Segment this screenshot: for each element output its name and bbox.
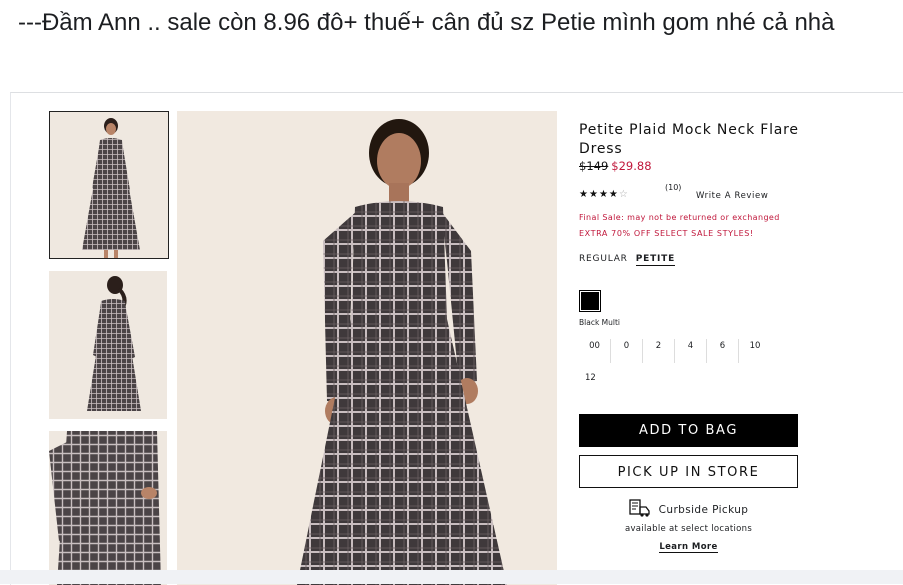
product-title: Petite Plaid Mock Neck Flare Dress [579, 122, 799, 157]
price-row: $149 $29.88 [579, 159, 819, 173]
promo-banner: EXTRA 70% OFF SELECT SALE STYLES! [579, 229, 754, 238]
star-icon: ★ [598, 189, 609, 200]
curbside-title-row: Curbside Pickup [579, 499, 798, 520]
pick-up-in-store-button[interactable]: PICK UP IN STORE [579, 455, 798, 488]
write-review-link[interactable]: Write A Review [696, 191, 768, 201]
color-swatch-black-multi[interactable] [579, 290, 601, 312]
store-pickup-icon [629, 499, 651, 520]
main-product-image[interactable] [177, 111, 557, 585]
review-count[interactable]: (10) [665, 183, 681, 192]
size-type-regular[interactable]: REGULAR [579, 254, 628, 264]
star-icon: ★ [579, 189, 589, 200]
add-to-bag-button[interactable]: ADD TO BAG [579, 414, 798, 447]
size-option-12[interactable]: 12 [579, 371, 611, 395]
product-info: Petite Plaid Mock Neck Flare Dress $149 $… [579, 121, 819, 395]
size-option-00[interactable]: 00 [579, 339, 611, 363]
size-option-10[interactable]: 10 [739, 339, 771, 363]
thumbnail-back[interactable] [49, 271, 167, 419]
learn-more-link[interactable]: Learn More [659, 542, 718, 553]
thumbnail-back-image [49, 271, 167, 419]
size-option-6[interactable]: 6 [707, 339, 739, 363]
thumbnail-front[interactable] [49, 111, 169, 259]
star-icon: ★ [588, 189, 599, 200]
curbside-pickup: Curbside Pickup available at select loca… [579, 499, 798, 553]
final-sale-notice: Final Sale: may not be returned or excha… [579, 213, 780, 222]
size-type-petite[interactable]: PETITE [635, 254, 676, 266]
rating-row: ★★★★☆ (10) Write A Review [579, 183, 819, 203]
curbside-subtitle: available at select locations [624, 524, 753, 534]
star-rating[interactable]: ★★★★☆ [579, 189, 629, 200]
size-type-selector: REGULAR PETITE [579, 254, 819, 266]
star-empty-icon: ☆ [618, 189, 629, 200]
dress-model-image [177, 111, 557, 585]
star-icon: ★ [608, 189, 619, 200]
original-price: $149 [579, 159, 609, 173]
color-name: Black Multi [579, 318, 621, 327]
thumbnail-detail-image [49, 431, 167, 585]
size-option-4[interactable]: 4 [675, 339, 707, 363]
size-option-0[interactable]: 0 [611, 339, 643, 363]
thumbnail-front-image [50, 112, 168, 258]
feed-divider [0, 570, 903, 584]
product-card: Petite Plaid Mock Neck Flare Dress $149 $… [10, 92, 903, 585]
size-options: 00 0 2 4 6 10 12 [579, 339, 779, 395]
thumbnail-detail[interactable] [49, 431, 167, 585]
size-option-2[interactable]: 2 [643, 339, 675, 363]
post-text: ---Đầm Ann .. sale còn 8.96 đô+ thuế+ câ… [18, 9, 835, 36]
curbside-title: Curbside Pickup [658, 503, 749, 516]
sale-price: $29.88 [611, 159, 652, 173]
